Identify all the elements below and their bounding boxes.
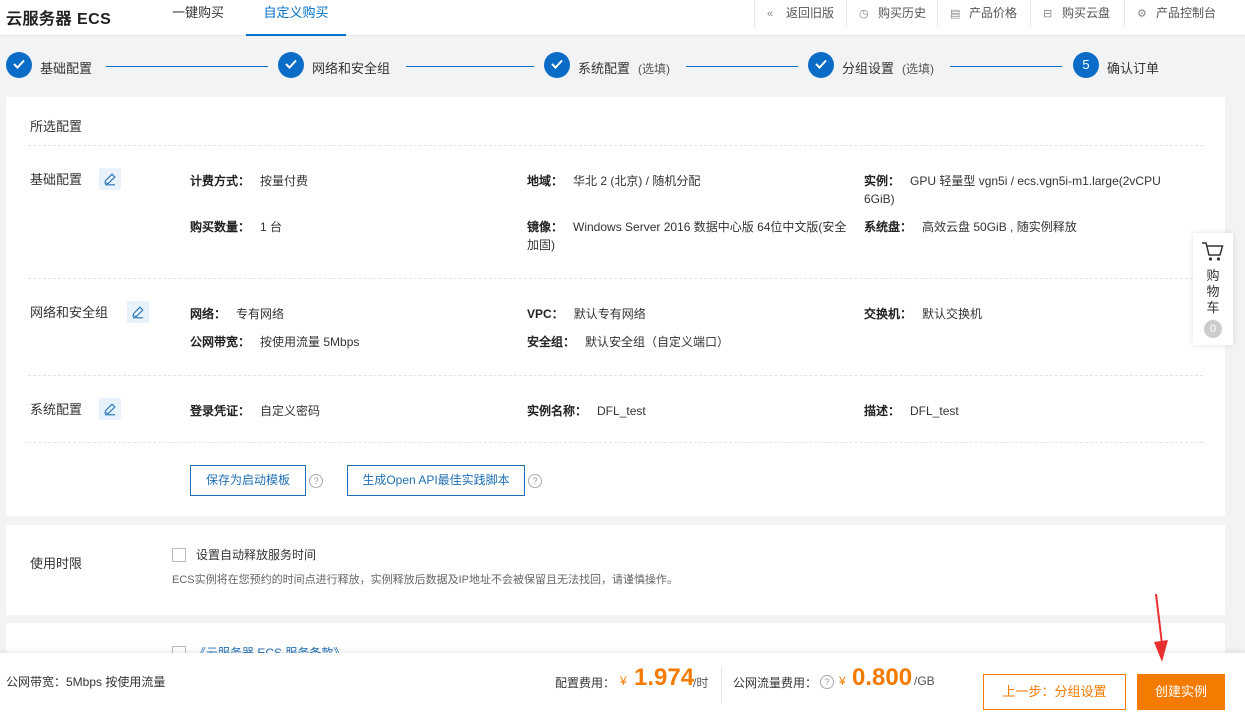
step-confirm: 确认订单 [1107,61,1160,76]
config-fee-label: 配置费用： [555,676,616,690]
cart-icon [1202,242,1224,261]
system-disk: 系统盘： 高效云盘 50GiB , 随实例释放 [864,220,1077,234]
product-console-link[interactable]: ⚙ 产品控制台 [1124,0,1216,27]
step-system[interactable]: 系统配置 (选填) [578,58,670,77]
divider [28,278,1203,279]
divider [28,145,1203,146]
currency-symbol: ¥ [839,674,846,688]
check-icon [808,52,834,78]
config-fee-unit: /时 [693,676,709,690]
config-fee-value: 1.974 [634,664,695,691]
cart-count-badge: 0 [1204,320,1222,338]
top-bar: 云服务器 ECS 一键购买 自定义购买 «返回旧版 ◷ 购买历史 ▤ 产品价格 ⊟ 购… [0,0,1245,36]
pencil-icon [104,403,116,416]
auto-release-label: 设置自动释放服务时间 [196,548,317,562]
auto-release-note: ECS实例将在您预约的时间点进行释放，实例释放后数据及IP地址不会被保留且无法找… [172,574,679,586]
help-icon[interactable]: ? [528,474,542,488]
buy-cloud-disk-link[interactable]: ⊟ 购买云盘 [1030,0,1110,27]
product-title: 云服务器 ECS [6,11,112,28]
clock-icon: ◷ [859,8,869,20]
vpc: VPC： 默认专有网络 [527,307,646,321]
save-as-launch-template-button[interactable]: 保存为启动模板 [190,465,306,496]
traffic-fee-unit: /GB [914,674,935,688]
check-icon [6,52,32,78]
back-to-old-version-link[interactable]: «返回旧版 [754,0,834,27]
currency-symbol: ¥ [620,674,627,688]
help-icon[interactable]: ? [309,474,323,488]
bottom-action-bar: 公网带宽：5Mbps 按使用流量 配置费用： ¥ 1.974 /时 公网流量费用… [0,653,1245,718]
usage-duration-panel: 使用时限 设置自动释放服务时间 ECS实例将在您预约的时间点进行释放，实例释放后… [6,525,1225,615]
login-credential: 登录凭证： 自定义密码 [190,404,321,418]
double-chevron-left-icon: « [767,8,774,20]
purchase-quantity: 购买数量： 1 台 [190,220,283,234]
system-config-label: 系统配置 [30,402,83,417]
shopping-cart-widget[interactable]: 购物车 0 [1193,233,1233,345]
step-number-badge: 5 [1073,52,1099,78]
disk-icon: ⊟ [1043,8,1053,20]
basic-config-label: 基础配置 [30,172,83,187]
list-icon: ▤ [950,8,961,20]
create-instance-button[interactable]: 创建实例 [1137,674,1225,710]
edit-system-button[interactable] [99,398,121,420]
divider [28,442,1203,443]
help-icon[interactable]: ? [820,675,834,689]
edit-basic-button[interactable] [99,168,121,190]
instance-type: 实例： GPU 轻量型 vgn5i / ecs.vgn5i-m1.large(2v… [864,174,1161,206]
section-title: 所选配置 [30,119,83,134]
image: 镜像： Windows Server 2016 数据中心版 64位中文版(安全加固… [527,220,847,252]
step-connector [686,66,798,67]
check-icon [544,52,570,78]
step-network[interactable]: 网络和安全组 [312,58,390,77]
public-bandwidth: 公网带宽： 按使用流量 5Mbps [190,335,360,349]
step-group[interactable]: 分组设置 (选填) [842,58,934,77]
divider [721,667,722,703]
cart-label: 购物车 [1206,268,1220,315]
step-connector [106,66,268,67]
step-basic[interactable]: 基础配置 [40,58,92,77]
network-type: 网络： 专有网络 [190,307,285,321]
usage-duration-label: 使用时限 [30,556,83,571]
bandwidth-summary: 公网带宽：5Mbps 按使用流量 [6,675,166,689]
vswitch: 交换机： 默认交换机 [864,307,983,321]
traffic-fee-label: 公网流量费用： [733,676,818,690]
product-price-link[interactable]: ▤ 产品价格 [937,0,1017,27]
security-group: 安全组： 默认安全组（自定义端口） [527,335,730,349]
step-connector [406,66,534,67]
description: 描述： DFL_test [864,404,959,418]
region: 地域： 华北 2 (北京) / 随机分配 [527,174,701,188]
red-arrow-annotation-icon [1154,593,1168,662]
check-icon [278,52,304,78]
instance-name: 实例名称： DFL_test [527,404,646,418]
step-connector [950,66,1062,67]
progress-steps: 基础配置 网络和安全组 系统配置 (选填) 分组设置 (选填) 5 确认订单 [0,48,1245,86]
divider [28,375,1203,376]
tab-custom-buy[interactable]: 自定义购买 [246,0,346,36]
edit-network-button[interactable] [127,301,149,323]
previous-step-button[interactable]: 上一步：分组设置 [983,674,1126,710]
traffic-fee-value: 0.800 [852,664,913,691]
billing-method: 计费方式： 按量付费 [190,174,309,188]
generate-openapi-script-button[interactable]: 生成Open API最佳实践脚本 [347,465,525,496]
gear-icon: ⚙ [1137,8,1147,20]
auto-release-checkbox[interactable] [172,548,186,562]
pencil-icon [132,306,144,319]
pencil-icon [104,173,116,186]
purchase-history-link[interactable]: ◷ 购买历史 [846,0,926,27]
selected-config-panel: 所选配置 基础配置 计费方式： 按量付费 地域： 华北 2 (北京) / 随机分配 … [6,97,1225,516]
tab-one-click-buy[interactable]: 一键购买 [160,0,236,36]
network-config-label: 网络和安全组 [30,305,109,320]
